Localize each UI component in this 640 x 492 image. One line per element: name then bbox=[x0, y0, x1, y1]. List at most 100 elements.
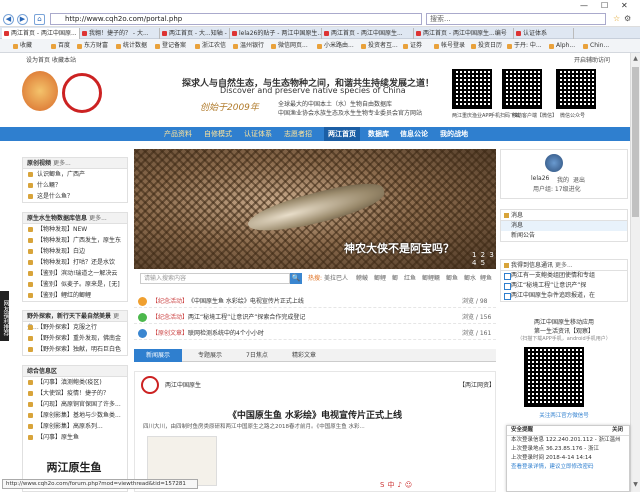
browser-tab[interactable]: 两江首页 - 两江中国原... bbox=[2, 28, 80, 39]
list-item[interactable]: 【鉴别】似麦子。原来是，[无] bbox=[23, 279, 127, 290]
home-icon[interactable]: ⌂ bbox=[34, 14, 45, 25]
url-input[interactable]: http://www.cqh2o.com/portal.php bbox=[50, 13, 422, 25]
nav-item[interactable]: 两江首页 bbox=[324, 127, 360, 141]
follow-wechat-link[interactable]: 关注两江官方微信号 bbox=[500, 411, 628, 419]
scroll-up-icon[interactable]: ▲ bbox=[632, 55, 639, 63]
browser-tab[interactable]: 认证体系 bbox=[514, 28, 574, 39]
hot-keyword[interactable]: 鲫 bbox=[392, 273, 398, 284]
list-item[interactable]: 【物种发现】NEW bbox=[23, 224, 127, 235]
list-item[interactable]: 【物种发现】白边 bbox=[23, 246, 127, 257]
favorite-link[interactable]: 收藏 bbox=[12, 41, 32, 51]
set-home-link[interactable]: 设为首页 bbox=[26, 55, 50, 64]
favorite-link[interactable]: 登记备案 bbox=[154, 41, 186, 51]
username[interactable]: lela26 bbox=[531, 175, 549, 182]
tray-icon[interactable]: 中 bbox=[387, 481, 397, 489]
hot-keyword[interactable]: 鲫水 bbox=[464, 273, 476, 284]
list-item[interactable]: 【原创影集】高原系列... bbox=[23, 421, 127, 432]
list-item[interactable]: 【闪事】滇测鲍类(疫区) bbox=[23, 377, 127, 388]
close-icon[interactable]: ✕ bbox=[621, 1, 628, 10]
tray-icon[interactable]: ♪ bbox=[397, 481, 404, 489]
favorite-link[interactable]: 百度 bbox=[50, 41, 70, 51]
hot-keyword[interactable]: 鲫鲤鳜 bbox=[422, 273, 440, 284]
more-link[interactable]: 更多... bbox=[555, 262, 573, 269]
favorite-link[interactable]: 微信网页... bbox=[270, 41, 308, 51]
news-row[interactable]: 【纪念活动】 两江“秘境工程”让意识产”探索合作完成登记 浏览 / 156 bbox=[134, 311, 496, 324]
my-link[interactable]: 我的 bbox=[557, 175, 569, 184]
forward-icon[interactable]: ▶ bbox=[17, 14, 28, 25]
favorite-link[interactable]: 投资日历 bbox=[470, 41, 502, 51]
list-item[interactable]: 【原创影集】基地与少数鱼类... bbox=[23, 410, 127, 421]
tab-news[interactable]: 新闻展示 bbox=[134, 349, 183, 362]
favorite-link[interactable]: Alph... bbox=[548, 41, 575, 51]
list-item[interactable]: 认识鲫鱼，广西产 bbox=[23, 169, 127, 180]
site-search-input[interactable]: 请输入搜索内容 bbox=[140, 273, 290, 284]
news-title[interactable]: 两江“秘境工程”让意识产”探索合作完成登记 bbox=[188, 311, 305, 324]
list-item[interactable]: 【物种发现】广西发生，原生东 bbox=[23, 235, 127, 246]
favorite-link[interactable]: 于丹: 中... bbox=[506, 41, 542, 51]
scroll-thumb[interactable] bbox=[632, 67, 639, 217]
list-item[interactable]: 【大使馆】疫情！捷子的？ bbox=[23, 388, 127, 399]
back-icon[interactable]: ◀ bbox=[3, 14, 14, 25]
accessibility-link[interactable]: 开启辅助访问 bbox=[574, 55, 610, 64]
hot-keyword[interactable]: 红鱼 bbox=[404, 273, 416, 284]
list-item[interactable]: 【闪现】高原铜官保国了许多... bbox=[23, 399, 127, 410]
article-author[interactable]: 两江中国原生 bbox=[165, 380, 201, 389]
favorite-link[interactable]: 温州银行 bbox=[232, 41, 264, 51]
message-item[interactable]: 消息 bbox=[501, 221, 627, 231]
side-promo-tab[interactable]: 网友福利推荐 bbox=[0, 291, 9, 341]
list-item[interactable]: 什么鳜？ bbox=[23, 180, 127, 191]
nav-item[interactable]: 产品资料 bbox=[164, 127, 192, 141]
hero-banner[interactable]: 神农大侠不是阿宝吗？ 1 2 3 4 5 bbox=[134, 149, 496, 269]
tab-topics[interactable]: 专题展示 bbox=[186, 349, 234, 362]
list-item[interactable]: 【野外探索】克服之行 bbox=[23, 322, 127, 333]
list-item[interactable]: 【鉴别】滨动!瑞道之一解决云 bbox=[23, 268, 127, 279]
news-title[interactable]: 《中国原生鱼 水彩绘》电视宣传片正式上线 bbox=[188, 295, 304, 308]
news-row[interactable]: 【纪念活动】 《中国原生鱼 水彩绘》电视宣传片正式上线 浏览 / 98 bbox=[134, 295, 496, 308]
nav-item[interactable]: 数据库 bbox=[368, 127, 389, 141]
favorite-link[interactable]: 帐号登录 bbox=[433, 41, 465, 51]
nav-item[interactable]: 我的战地 bbox=[440, 127, 468, 141]
popup-close-button[interactable]: 关闭 bbox=[612, 426, 623, 435]
hot-keyword[interactable]: 鲫鱼 bbox=[446, 273, 458, 284]
login-detail-link[interactable]: 查看登录详情，建议立即修改密码 bbox=[507, 463, 629, 472]
news-row[interactable]: 【原创文章】 联网检测系统中的4个小小时 浏览 / 161 bbox=[134, 327, 496, 340]
favorite-link[interactable]: 证券 bbox=[402, 41, 422, 51]
browser-tab[interactable]: 两江首页 - 两江中国原生...编号 bbox=[414, 28, 514, 39]
more-link[interactable]: 更多... bbox=[53, 160, 71, 167]
hot-keyword[interactable]: 鲤鱼 bbox=[480, 273, 492, 284]
notice-item[interactable]: 两江“秘境工程”让意识产”探 bbox=[501, 281, 627, 291]
list-item[interactable]: 【物种发现】打咕？还是水饮 bbox=[23, 257, 127, 268]
avatar[interactable] bbox=[545, 154, 563, 172]
browser-tab[interactable]: 两江首页 - 大...知轴 - 两... bbox=[160, 28, 230, 39]
tray-icon[interactable]: ☺ bbox=[405, 481, 415, 489]
nav-item[interactable]: 认证体系 bbox=[244, 127, 272, 141]
hot-keyword[interactable]: 鲫鲤 bbox=[374, 273, 386, 284]
maximize-icon[interactable]: ☐ bbox=[601, 1, 608, 10]
nav-item[interactable]: 信息公论 bbox=[400, 127, 428, 141]
favorite-link[interactable]: Chin... bbox=[582, 41, 609, 51]
favorite-link[interactable]: 浙江农信 bbox=[194, 41, 226, 51]
browser-search-input[interactable]: 搜索... bbox=[426, 13, 606, 25]
slide-indicators[interactable]: 1 2 3 4 5 bbox=[472, 251, 496, 267]
scroll-down-icon[interactable]: ▼ bbox=[632, 481, 639, 489]
news-title[interactable]: 联网检测系统中的4个小小时 bbox=[188, 327, 264, 340]
tab-weekly[interactable]: 7日焦点 bbox=[234, 349, 280, 362]
article-title[interactable]: 《中国原生鱼 水彩绘》电视宣传片正式上线 bbox=[135, 408, 495, 421]
search-button[interactable]: 🔍 bbox=[290, 273, 302, 284]
list-item[interactable]: 这是什么鱼？ bbox=[23, 191, 127, 202]
favorite-link[interactable]: 东方财富 bbox=[76, 41, 108, 51]
browser-tab[interactable]: lela26的贴子 - 两江中国原生... bbox=[230, 28, 322, 39]
logout-link[interactable]: 退出 bbox=[573, 175, 585, 184]
more-link[interactable]: 更多... bbox=[89, 215, 107, 222]
nav-item[interactable]: 自修模式 bbox=[204, 127, 232, 141]
list-item[interactable]: 【野外探索】重外发现，佛南金 bbox=[23, 333, 127, 344]
gear-icon[interactable]: ⚙ bbox=[624, 14, 631, 23]
list-item[interactable]: 【闪事】原生鱼 bbox=[23, 432, 127, 443]
favorite-link[interactable]: 投资者互... bbox=[360, 41, 398, 51]
hot-keyword[interactable]: 美拉巴人 bbox=[324, 273, 348, 284]
page-scrollbar[interactable]: ▲ ▼ bbox=[630, 53, 640, 492]
list-item[interactable]: 【鉴别】鲤红的鲫鲤 bbox=[23, 290, 127, 301]
message-item[interactable]: 新闻公告 bbox=[501, 231, 627, 241]
favorite-link[interactable]: 统计数据 bbox=[115, 41, 147, 51]
browser-tab[interactable]: 两江首页 - 两江中国原生... bbox=[322, 28, 414, 39]
